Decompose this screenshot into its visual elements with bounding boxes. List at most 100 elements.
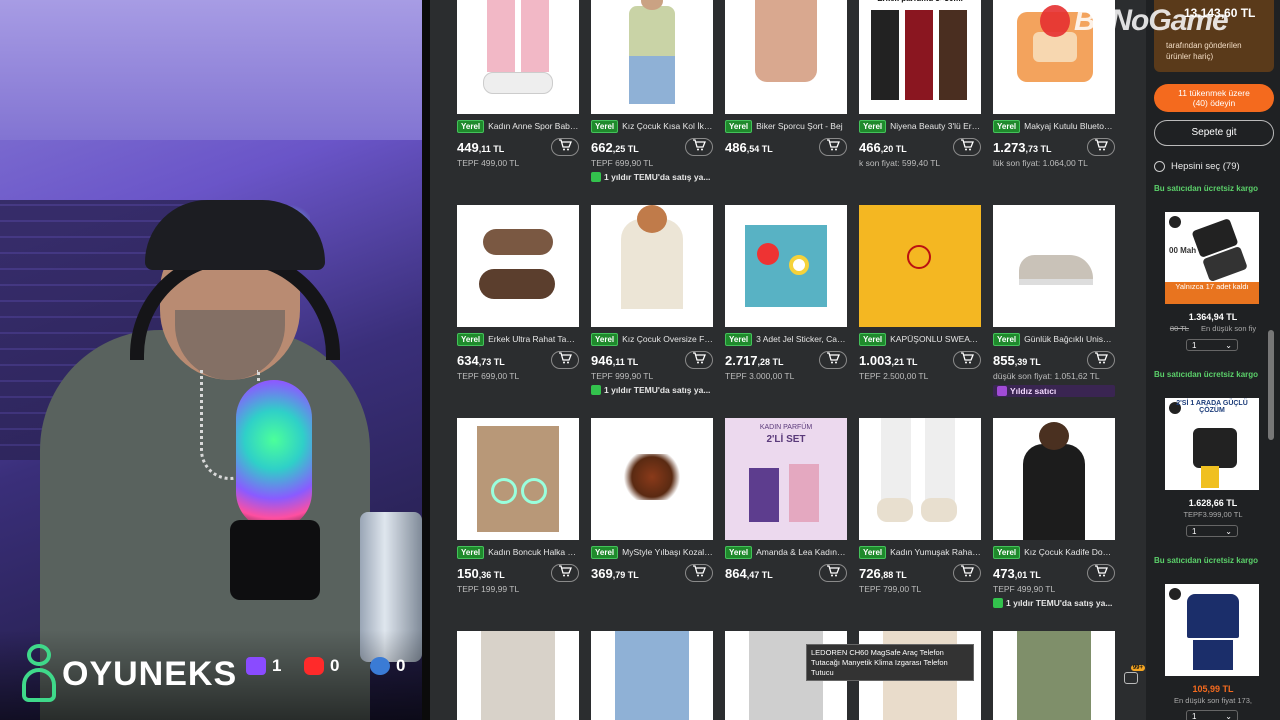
add-to-cart-button[interactable] (1087, 138, 1115, 156)
qty-select[interactable]: 1 ⌄ (1186, 339, 1238, 351)
cart-item-old-price: 80 TL (1169, 324, 1189, 333)
product-image[interactable] (993, 205, 1115, 327)
product-card[interactable]: Yerel MyStyle Yılbaşı Kozalak ... 369,79 T… (591, 418, 713, 582)
cart-item-image[interactable]: 00 Mah Yalnızca 17 adet kaldı (1165, 212, 1259, 304)
product-title[interactable]: Yerel Niyena Beauty 3'lü Erke... (859, 119, 981, 133)
product-card[interactable]: Yerel 3 Adet Jel Sticker, Cam ... 2.717,28… (725, 205, 847, 381)
product-image[interactable]: Erkek parfumü 3×30ml (859, 0, 981, 114)
product-card[interactable] (457, 631, 579, 720)
add-to-cart-button[interactable] (819, 351, 847, 369)
product-image[interactable] (993, 418, 1115, 540)
product-card[interactable]: Yerel Kadın Yumuşak Rahat S... 726,88 TL TE… (859, 418, 981, 594)
product-reference-price: TEPF 699,90 TL (591, 158, 654, 168)
add-to-cart-button[interactable] (1087, 351, 1115, 369)
product-image[interactable] (725, 0, 847, 114)
product-card[interactable] (591, 631, 713, 720)
add-to-cart-button[interactable] (551, 564, 579, 582)
cart-icon (960, 351, 974, 369)
cart-icon (558, 564, 572, 582)
product-image[interactable] (591, 631, 713, 720)
product-image[interactable] (457, 418, 579, 540)
add-to-cart-button[interactable] (953, 564, 981, 582)
product-card[interactable]: KADIN PARFÜM 2'Lİ SET Yerel Amanda & Lea Ka… (725, 418, 847, 582)
product-card[interactable]: Yerel Günlük Bağcıklı Unisex ... 855,39 TL… (993, 205, 1115, 397)
product-title[interactable]: Yerel 3 Adet Jel Sticker, Cam ... (725, 332, 847, 346)
product-title[interactable]: Yerel Kadın Boncuk Halka Kü... (457, 545, 579, 559)
product-title[interactable]: Yerel Kız Çocuk Kısa Kol İkili ... (591, 119, 713, 133)
product-card[interactable]: Erkek parfumü 3×30ml YerelNiyena Beauty 3… (859, 0, 981, 168)
product-image[interactable] (993, 631, 1115, 720)
product-image[interactable]: KADIN PARFÜM 2'Lİ SET (725, 418, 847, 540)
cart-item-checkbox[interactable] (1169, 216, 1181, 228)
product-image[interactable] (859, 205, 981, 327)
pay-low-stock-button[interactable]: 11 tükenmek üzere (40) ödeyin (1154, 84, 1274, 112)
add-to-cart-button[interactable] (551, 351, 579, 369)
add-to-cart-button[interactable] (819, 564, 847, 582)
add-to-cart-button[interactable] (685, 564, 713, 582)
cart-total-note: tarafından gönderilen ürünler hariç) (1166, 40, 1242, 62)
product-image[interactable] (457, 205, 579, 327)
product-card[interactable]: Yerel Kadın Anne Spor Babet... 449,11 TL TE… (457, 0, 579, 168)
product-title[interactable]: Yerel Kız Çocuk Kadife Dokul... (993, 545, 1115, 559)
add-to-cart-button[interactable] (685, 351, 713, 369)
product-card[interactable]: Yerel Biker Sporcu Şort - Bej 486,54 TL (725, 0, 847, 156)
product-title[interactable]: Yerel Makyaj Kutulu Bluetoot... (993, 119, 1115, 133)
product-title[interactable]: Yerel MyStyle Yılbaşı Kozalak ... (591, 545, 713, 559)
low-stock-banner: Yalnızca 17 adet kaldı (1165, 282, 1259, 304)
product-card[interactable]: YerelKAPÜŞONLU SWEATSH... 1.003,21 TL TEPF… (859, 205, 981, 381)
product-card[interactable]: Yerel Kız Çocuk Kadife Dokul... 473,01 TL T… (993, 418, 1115, 608)
product-image[interactable] (457, 631, 579, 720)
product-title[interactable]: YerelKAPÜŞONLU SWEATSH... (859, 332, 981, 346)
add-to-cart-button[interactable] (1087, 564, 1115, 582)
product-title[interactable]: Yerel Biker Sporcu Şort - Bej (725, 119, 847, 133)
select-all-checkbox[interactable] (1154, 161, 1165, 172)
cart-icon (692, 564, 706, 582)
add-to-cart-button[interactable] (551, 138, 579, 156)
product-title[interactable]: Yerel Kız Çocuk Oversize Fer... (591, 332, 713, 346)
cart-icon (826, 564, 840, 582)
product-card[interactable]: Yerel Kız Çocuk Oversize Fer... 946,11 TL T… (591, 205, 713, 395)
add-to-cart-button[interactable] (685, 138, 713, 156)
room-ceiling (0, 0, 422, 140)
product-title-text: Makyaj Kutulu Bluetoot... (1024, 121, 1115, 131)
add-to-cart-button[interactable] (953, 138, 981, 156)
product-image[interactable] (859, 418, 981, 540)
product-image[interactable] (591, 205, 713, 327)
free-shipping-label: Bu satıcıdan ücretsiz kargo (1154, 370, 1259, 379)
cart-item-image-label: 00 Mah (1169, 246, 1197, 255)
qty-select[interactable]: 1 ⌄ (1186, 710, 1238, 720)
product-card[interactable]: Yerel Kadın Boncuk Halka Kü... 150,36 TL TE… (457, 418, 579, 594)
cart-item-low: TEPF3.999,00 TL (1183, 510, 1243, 519)
product-image[interactable] (591, 418, 713, 540)
product-image[interactable] (591, 0, 713, 114)
chat-icon[interactable]: 99+ (1124, 665, 1145, 684)
seller-badge: 1 yıldır TEMU'da satış ya... (591, 172, 713, 182)
add-to-cart-button[interactable] (953, 351, 981, 369)
product-image[interactable] (457, 0, 579, 114)
cart-item-checkbox[interactable] (1169, 588, 1181, 600)
product-title[interactable]: Yerel Amanda & Lea Kadın P... (725, 545, 847, 559)
product-image[interactable] (725, 205, 847, 327)
pay-low-stock-line1: 11 tükenmek üzere (1178, 88, 1250, 98)
cart-item-image[interactable]: 2'Sİ 1 ARADA GÜÇLÜ ÇÖZÜM (1165, 398, 1259, 490)
select-all[interactable]: Hepsini seç (79) (1154, 161, 1240, 172)
product-title[interactable]: Yerel Kadın Yumuşak Rahat S... (859, 545, 981, 559)
product-card[interactable]: Yerel Erkek Ultra Rahat Taban... 634,73 TL… (457, 205, 579, 381)
cart-total-note-line1: tarafından gönderilen (1166, 41, 1242, 50)
product-title[interactable]: Yerel Günlük Bağcıklı Unisex ... (993, 332, 1115, 346)
cart-item-image[interactable] (1165, 584, 1259, 676)
product-title[interactable]: Yerel Kadın Anne Spor Babet... (457, 119, 579, 133)
product-title-text: Kız Çocuk Oversize Fer... (622, 334, 713, 344)
qty-select[interactable]: 1 ⌄ (1186, 525, 1238, 537)
add-to-cart-button[interactable] (819, 138, 847, 156)
cart-scrollbar[interactable] (1268, 330, 1274, 440)
product-title-text: Niyena Beauty 3'lü Erke... (890, 121, 981, 131)
go-to-cart-button[interactable]: Sepete git (1154, 120, 1274, 146)
product-title[interactable]: Yerel Erkek Ultra Rahat Taban... (457, 332, 579, 346)
watermark-icon (1040, 5, 1070, 37)
product-card[interactable] (993, 631, 1115, 720)
channel-brand: OYUNEKS (18, 644, 237, 704)
twitch-counter: 1 (246, 656, 281, 676)
cart-total-note-line2: ürünler hariç) (1166, 52, 1214, 62)
product-card[interactable]: Yerel Kız Çocuk Kısa Kol İkili ... 662,25 … (591, 0, 713, 182)
